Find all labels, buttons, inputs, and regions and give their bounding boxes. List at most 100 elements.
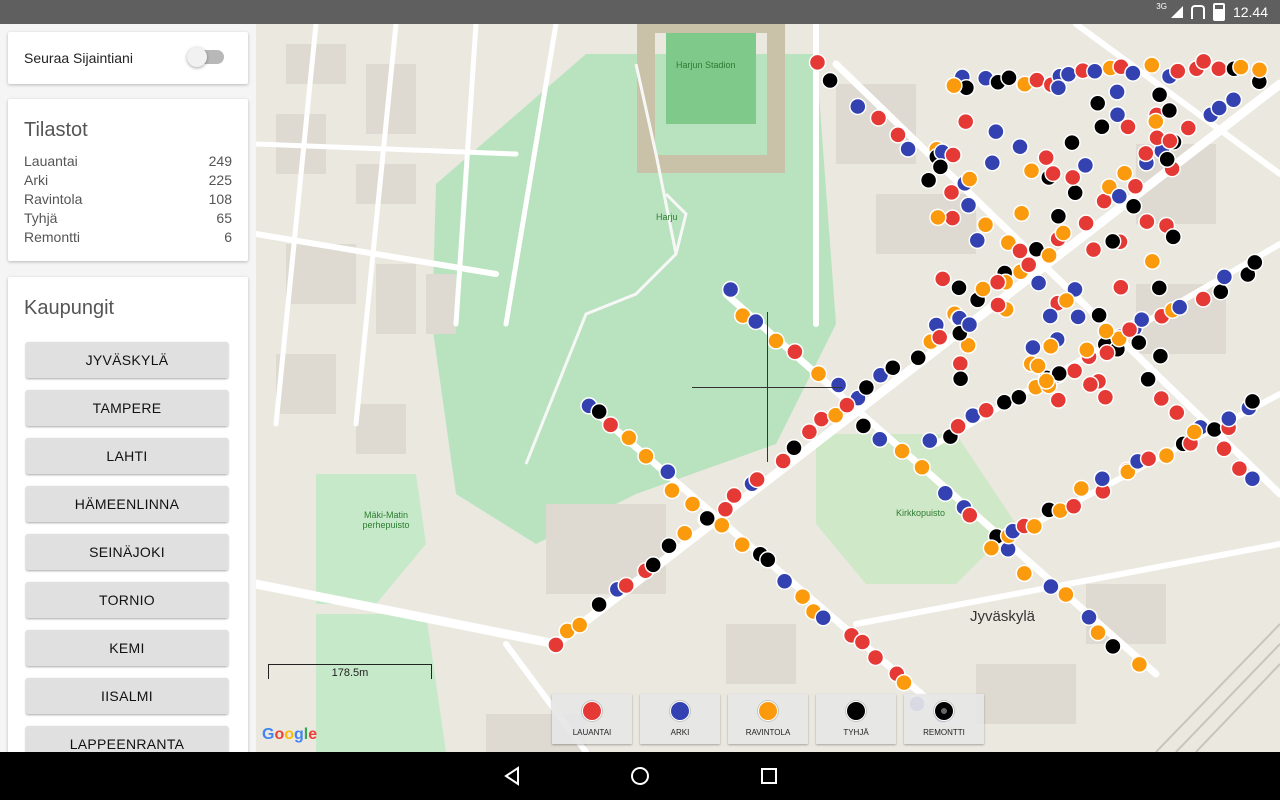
map-marker[interactable] bbox=[1022, 161, 1041, 180]
legend-remontti[interactable]: REMONTTI bbox=[904, 694, 984, 744]
map-marker[interactable] bbox=[1078, 341, 1096, 359]
map-marker[interactable] bbox=[1130, 655, 1149, 674]
map-marker[interactable] bbox=[959, 196, 978, 215]
map-marker[interactable] bbox=[1243, 469, 1262, 488]
map-marker[interactable] bbox=[1044, 164, 1062, 183]
map-marker[interactable] bbox=[1194, 52, 1213, 71]
map-marker[interactable] bbox=[943, 209, 962, 227]
map-marker[interactable] bbox=[1194, 290, 1212, 308]
map-marker[interactable] bbox=[1093, 469, 1112, 488]
map-marker[interactable] bbox=[786, 342, 804, 361]
map-marker[interactable] bbox=[829, 376, 848, 394]
map-marker[interactable] bbox=[748, 470, 766, 489]
map-marker[interactable] bbox=[1215, 268, 1234, 286]
map-marker[interactable] bbox=[889, 126, 907, 144]
map-marker[interactable] bbox=[951, 370, 970, 388]
map-marker[interactable] bbox=[1066, 184, 1084, 202]
map-marker[interactable] bbox=[950, 279, 968, 297]
map-marker[interactable] bbox=[1059, 65, 1078, 83]
map-marker[interactable] bbox=[1150, 279, 1169, 297]
map-marker[interactable] bbox=[951, 354, 970, 373]
city-button-tampere[interactable]: TAMPERE bbox=[26, 390, 228, 426]
map-marker[interactable] bbox=[1049, 391, 1068, 409]
map-marker[interactable] bbox=[974, 280, 992, 298]
map-marker[interactable] bbox=[1210, 99, 1228, 117]
map-marker[interactable] bbox=[838, 396, 856, 414]
map-marker[interactable] bbox=[976, 215, 995, 234]
city-button-iisalmi[interactable]: IISALMI bbox=[26, 678, 228, 714]
map-marker[interactable] bbox=[989, 296, 1007, 314]
map-marker[interactable] bbox=[854, 417, 873, 435]
map-marker[interactable] bbox=[617, 576, 635, 595]
map-marker[interactable] bbox=[1152, 389, 1171, 408]
map-marker[interactable] bbox=[1069, 308, 1087, 326]
map-marker[interactable] bbox=[1076, 156, 1095, 175]
map-marker[interactable] bbox=[774, 452, 792, 470]
map-marker[interactable] bbox=[1115, 164, 1134, 183]
map-marker[interactable] bbox=[1205, 420, 1224, 439]
legend-arki[interactable]: ARKI bbox=[640, 694, 720, 744]
map-marker[interactable] bbox=[1042, 577, 1060, 596]
map-marker[interactable] bbox=[1049, 78, 1068, 97]
map-marker[interactable] bbox=[713, 516, 731, 535]
map-marker[interactable] bbox=[659, 463, 677, 481]
map-marker[interactable] bbox=[1120, 320, 1139, 339]
map-marker[interactable] bbox=[1143, 252, 1162, 271]
map-marker[interactable] bbox=[637, 447, 655, 465]
map-marker[interactable] bbox=[982, 539, 1001, 557]
map-marker[interactable] bbox=[857, 378, 876, 397]
map-marker[interactable] bbox=[601, 416, 620, 434]
map-marker[interactable] bbox=[869, 109, 888, 127]
map-marker[interactable] bbox=[716, 500, 735, 519]
map-marker[interactable] bbox=[1096, 388, 1115, 407]
map-marker[interactable] bbox=[929, 208, 947, 227]
map-marker[interactable] bbox=[931, 158, 950, 176]
map-marker[interactable] bbox=[1169, 62, 1187, 80]
map-marker[interactable] bbox=[1143, 56, 1161, 74]
map-marker[interactable] bbox=[1210, 60, 1228, 78]
map-marker[interactable] bbox=[1010, 388, 1028, 407]
city-button-hameenlinna[interactable]: HÄMEENLINNA bbox=[26, 486, 228, 522]
map-marker[interactable] bbox=[1063, 133, 1081, 152]
map-marker[interactable] bbox=[725, 486, 743, 505]
map-marker[interactable] bbox=[949, 417, 967, 436]
map-marker[interactable] bbox=[620, 429, 638, 447]
city-button-jyvaskyla[interactable]: JYVÄSKYLÄ bbox=[26, 342, 228, 378]
map-marker[interactable] bbox=[933, 270, 952, 288]
map-marker[interactable] bbox=[1124, 197, 1143, 216]
recents-icon[interactable] bbox=[758, 765, 780, 787]
map-marker[interactable] bbox=[956, 112, 975, 131]
map-marker[interactable] bbox=[995, 393, 1014, 411]
map-marker[interactable] bbox=[1232, 58, 1250, 76]
map-marker[interactable] bbox=[988, 273, 1007, 291]
map-marker[interactable] bbox=[721, 280, 740, 299]
map-marker[interactable] bbox=[1019, 255, 1038, 274]
map-marker[interactable] bbox=[1093, 118, 1111, 136]
map-marker[interactable] bbox=[1139, 370, 1157, 389]
map-marker[interactable] bbox=[1151, 347, 1170, 365]
map-marker[interactable] bbox=[1024, 338, 1042, 357]
map-marker[interactable] bbox=[814, 609, 832, 627]
map-marker[interactable] bbox=[660, 537, 678, 555]
map-marker[interactable] bbox=[1029, 274, 1048, 292]
map-marker[interactable] bbox=[930, 328, 949, 347]
map-marker[interactable] bbox=[812, 410, 831, 428]
map-marker[interactable] bbox=[1080, 608, 1098, 627]
map-marker[interactable] bbox=[1108, 105, 1127, 124]
city-button-tornio[interactable]: TORNIO bbox=[26, 582, 228, 618]
back-icon[interactable] bbox=[502, 765, 524, 787]
map-marker[interactable] bbox=[1086, 62, 1104, 81]
follow-location-toggle[interactable] bbox=[187, 47, 224, 67]
map-marker[interactable] bbox=[1098, 344, 1116, 362]
map-marker[interactable] bbox=[866, 648, 885, 667]
map-marker[interactable] bbox=[960, 315, 979, 334]
map-marker[interactable] bbox=[1054, 224, 1073, 242]
map-marker[interactable] bbox=[1037, 372, 1056, 390]
map-marker[interactable] bbox=[800, 423, 819, 441]
map-marker[interactable] bbox=[944, 146, 962, 164]
map-marker[interactable] bbox=[809, 365, 828, 383]
map-marker[interactable] bbox=[1000, 68, 1018, 87]
map-marker[interactable] bbox=[1104, 637, 1122, 656]
map-marker[interactable] bbox=[1072, 479, 1091, 498]
map-marker[interactable] bbox=[1246, 253, 1264, 272]
